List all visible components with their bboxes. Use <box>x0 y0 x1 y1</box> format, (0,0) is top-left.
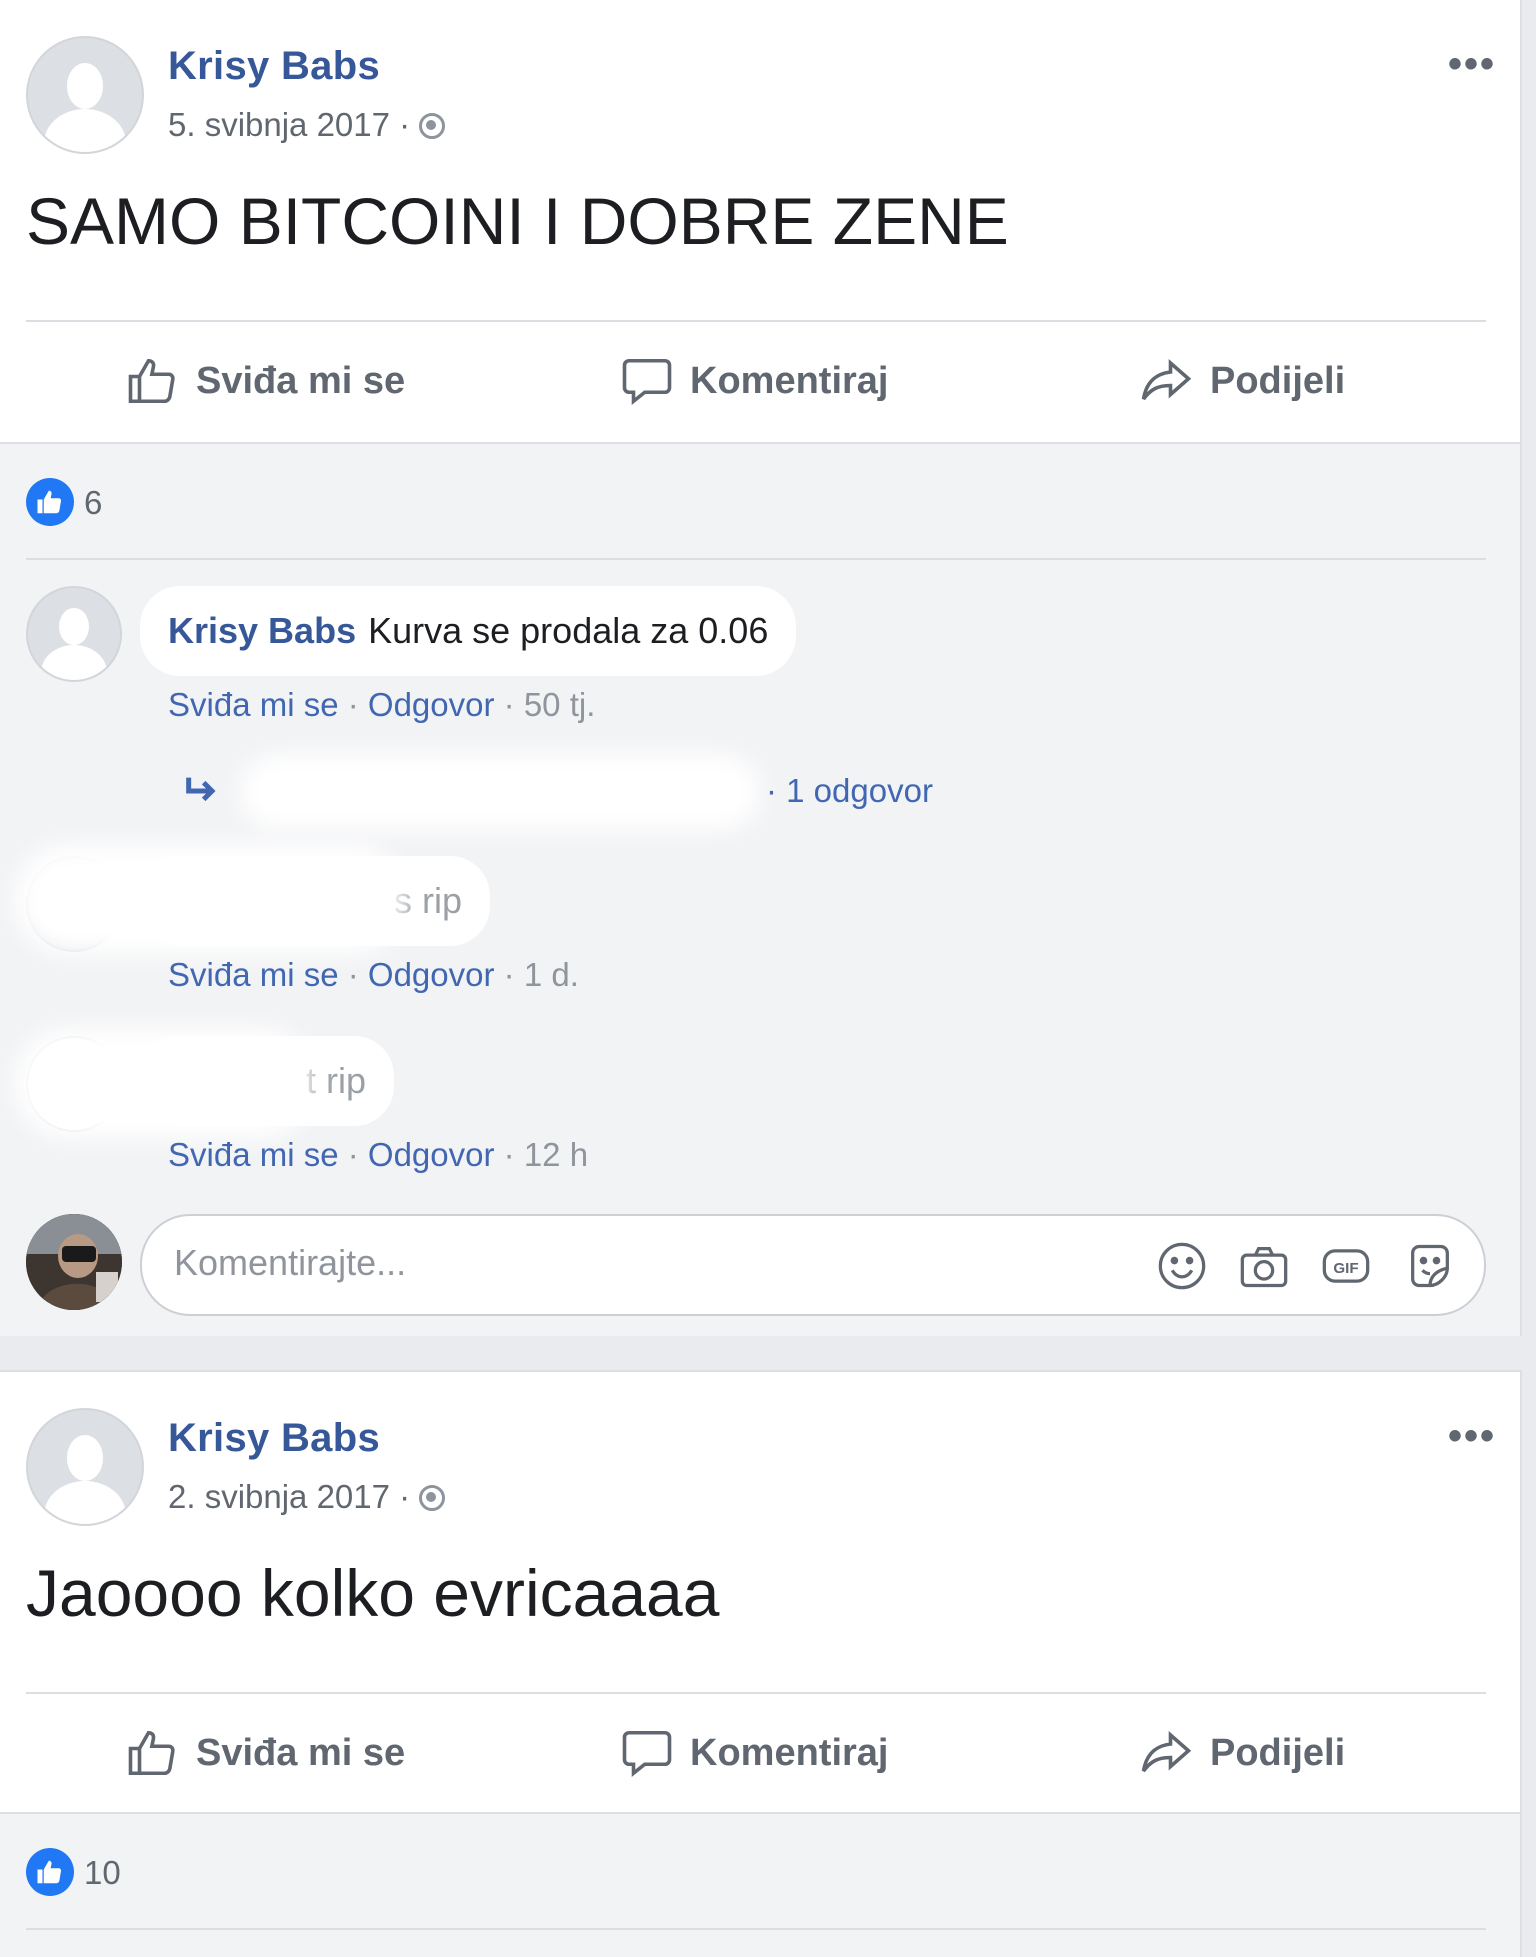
post-divider <box>26 320 1486 322</box>
reactions-count[interactable]: 6 <box>84 484 102 522</box>
post-divider <box>26 1692 1486 1694</box>
comment-reply-link[interactable]: Odgovor <box>368 956 495 993</box>
comment-text: Kurva se prodala za 0.06 <box>368 610 769 651</box>
comment-input[interactable]: Komentirajte... GIF <box>140 1214 1486 1316</box>
commenter-avatar[interactable] <box>26 586 122 682</box>
post-meta: 2. svibnja 2017 · <box>168 1478 446 1516</box>
comment-actions: Sviđa mi se · Odgovor · 1 d. <box>168 956 579 993</box>
comment-reply-link[interactable]: Odgovor <box>368 1136 495 1173</box>
comment-time[interactable]: 1 d. <box>524 956 579 993</box>
share-button[interactable]: Podijeli <box>1138 354 1345 408</box>
svg-text:GIF: GIF <box>1333 1260 1358 1277</box>
current-user-avatar[interactable] <box>26 1214 122 1310</box>
post-meta: 5. svibnja 2017 · <box>168 106 446 144</box>
globe-icon <box>419 1485 446 1511</box>
share-label: Podijeli <box>1210 1731 1346 1774</box>
post-comments-section: 10 <box>0 1812 1522 1957</box>
redacted-reply-preview <box>240 754 760 830</box>
smiley-icon[interactable] <box>1156 1240 1208 1292</box>
comment-actions: Sviđa mi se · Odgovor · 12 h <box>168 1136 589 1173</box>
comment-reply-link[interactable]: Odgovor <box>368 686 495 723</box>
thumbs-up-icon <box>128 1730 175 1776</box>
comment-like-link[interactable]: Sviđa mi se <box>168 686 339 723</box>
comment-bubble: Krisy Babs Kurva se prodala za 0.06 <box>140 586 797 676</box>
meta-separator: · <box>399 106 411 143</box>
comment-like-link[interactable]: Sviđa mi se <box>168 1136 339 1173</box>
comment-actions: Sviđa mi se · Odgovor · 50 tj. <box>168 686 596 723</box>
author-avatar[interactable] <box>26 1408 144 1526</box>
author-avatar[interactable] <box>26 36 144 154</box>
like-label: Sviđa mi se <box>196 1731 406 1774</box>
comment-text: t rip <box>305 1060 366 1101</box>
camera-icon[interactable] <box>1238 1240 1290 1292</box>
comment-button[interactable]: Komentiraj <box>620 1726 888 1780</box>
post-text: Jaoooo kolko evricaaaa <box>26 1556 720 1630</box>
comment-button[interactable]: Komentiraj <box>620 354 888 408</box>
share-arrow-icon <box>1141 1731 1192 1773</box>
share-arrow-icon <box>1141 359 1192 401</box>
comment-placeholder: Komentirajte... <box>174 1242 407 1283</box>
thumbs-up-icon <box>128 358 175 404</box>
meta-separator: · <box>399 1478 411 1515</box>
share-button[interactable]: Podijeli <box>1138 1726 1345 1780</box>
like-label: Sviđa mi se <box>196 359 406 402</box>
comment-time[interactable]: 50 tj. <box>524 686 596 723</box>
reactions-divider <box>26 558 1486 560</box>
reactions-count[interactable]: 10 <box>84 1854 121 1892</box>
post-card: Krisy Babs 5. svibnja 2017 · ••• SAMO BI… <box>0 0 1522 442</box>
redacted-commenter <box>14 1028 314 1138</box>
more-options-icon[interactable]: ••• <box>1448 42 1496 87</box>
comment-time[interactable]: 12 h <box>524 1136 588 1173</box>
post-text: SAMO BITCOINI I DOBRE ZENE <box>26 184 1009 258</box>
reactions-divider <box>26 1928 1486 1930</box>
post-comments-section: 6 Krisy Babs Kurva se prodala za 0.06 Sv… <box>0 442 1522 1336</box>
post-author[interactable]: Krisy Babs <box>168 1416 380 1461</box>
speech-bubble-icon <box>622 358 672 405</box>
comment-label: Komentiraj <box>690 1731 889 1774</box>
like-reaction-icon[interactable] <box>26 1848 74 1896</box>
post-card: Krisy Babs 2. svibnja 2017 · ••• Jaoooo … <box>0 1370 1522 1812</box>
post-author[interactable]: Krisy Babs <box>168 44 380 89</box>
comment-label: Komentiraj <box>690 359 889 402</box>
comment-author[interactable]: Krisy Babs <box>168 610 356 652</box>
post-date[interactable]: 5. svibnja 2017 <box>168 106 390 143</box>
reply-arrow-icon <box>186 777 216 802</box>
post-date[interactable]: 2. svibnja 2017 <box>168 1478 390 1515</box>
comment-like-link[interactable]: Sviđa mi se <box>168 956 339 993</box>
like-button[interactable]: Sviđa mi se <box>126 1726 405 1780</box>
more-options-icon[interactable]: ••• <box>1448 1414 1496 1459</box>
like-button[interactable]: Sviđa mi se <box>126 354 405 408</box>
speech-bubble-icon <box>622 1730 672 1777</box>
view-replies-link[interactable]: · 1 odgovor <box>766 772 933 810</box>
gif-icon[interactable]: GIF <box>1320 1240 1372 1292</box>
globe-icon <box>419 113 446 139</box>
sticker-icon[interactable] <box>1404 1240 1456 1292</box>
share-label: Podijeli <box>1210 359 1346 402</box>
redacted-commenter <box>14 844 406 954</box>
like-reaction-icon[interactable] <box>26 478 74 526</box>
